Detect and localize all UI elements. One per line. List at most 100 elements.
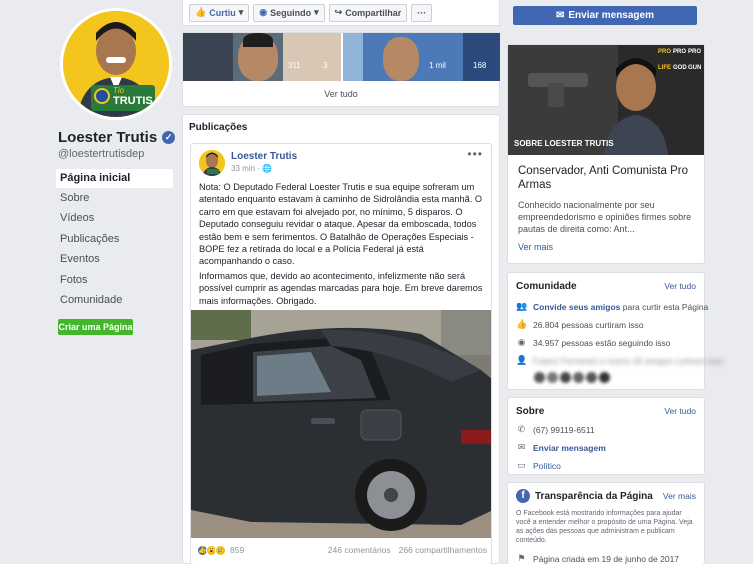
about-send-message-link[interactable]: Enviar mensagem <box>533 443 606 453</box>
friends-row: 👤 Fulano Fernando e outros 35 amigos cur… <box>516 355 723 366</box>
followers-row: ◉ 34.957 pessoas estão seguindo isso <box>516 337 671 348</box>
intro-title: Conservador, Anti Comunista Pro Armas <box>518 165 689 191</box>
follow-button[interactable]: ◉ Seguindo ▾ <box>253 3 325 22</box>
post-author-name[interactable]: Loester Trutis <box>231 151 297 162</box>
post-author-avatar[interactable] <box>199 150 225 176</box>
nav-item-community[interactable]: Comunidade <box>56 291 173 310</box>
post-paragraph-2: Informamos que, devido ao acontecimento,… <box>199 271 483 306</box>
send-message-label: Enviar mensagem <box>568 10 654 21</box>
like-button[interactable]: 👍 Curtiu ▾ <box>189 3 250 22</box>
category-link[interactable]: Político <box>533 461 561 471</box>
comments-count[interactable]: 246 comentários <box>328 545 391 555</box>
post-timestamp[interactable]: 33 min · 🌐 <box>231 164 272 173</box>
post-avatar-photo <box>199 150 225 176</box>
share-button[interactable]: ↪ Compartilhar <box>328 3 408 22</box>
post: Loester Trutis 33 min · 🌐 ••• Nota: O De… <box>190 143 492 564</box>
more-options-button[interactable]: ··· <box>411 3 433 22</box>
category-icon: ▭ <box>517 460 526 470</box>
phone-number[interactable]: (67) 99119-6511 <box>533 425 595 435</box>
post-paragraph-1: Nota: O Deputado Federal Loester Trutis … <box>199 182 482 267</box>
see-all-photos-link[interactable]: Ver tudo <box>183 89 499 99</box>
photo-count-1: 311 <box>288 61 301 70</box>
photo-count-4: 168 <box>473 61 487 70</box>
page-name-text[interactable]: Loester Trutis <box>58 129 157 146</box>
nav-item-videos[interactable]: Vídeos <box>56 209 173 228</box>
posts-section: Publicações Loester Trutis 33 min · 🌐 ••… <box>182 114 500 564</box>
transparency-see-more-link[interactable]: Ver mais <box>663 491 696 501</box>
about-card: Sobre Ver tudo ✆ (67) 99119-6511 ✉ Envia… <box>507 397 705 475</box>
post-image[interactable] <box>191 310 491 538</box>
brazil-flag-icon <box>94 88 110 104</box>
post-time-text: 33 min · <box>231 164 260 173</box>
nav-item-events[interactable]: Eventos <box>56 250 173 269</box>
page-intro-card: PRO PRO PRO LIFE GOD GUN SOBRE LOESTER T… <box>507 44 705 264</box>
thumbs-up-icon: 👍 <box>516 319 528 329</box>
posts-heading: Publicações <box>189 122 248 133</box>
page-name[interactable]: Loester Trutis ✓ <box>58 129 176 146</box>
nav-item-photos[interactable]: Fotos <box>56 271 173 290</box>
follow-button-label: Seguindo <box>270 7 312 18</box>
messenger-icon: ✉ <box>556 10 565 21</box>
friend-avatars[interactable] <box>534 372 610 383</box>
sad-reaction-icon: 😢 <box>215 544 226 556</box>
photo-count-3: 1 mil <box>429 61 446 70</box>
post-footer: 👍 😮 😢 859 246 comentários 266 compartilh… <box>197 542 487 558</box>
nav-item-home[interactable]: Página inicial <box>56 169 173 188</box>
rss-icon: ◉ <box>517 337 526 347</box>
car-photo <box>191 310 491 538</box>
likes-row: 👍 26.804 pessoas curtiram isso <box>516 319 644 330</box>
community-see-all-link[interactable]: Ver tudo <box>664 281 696 291</box>
photo-count-2: 3 <box>323 61 328 70</box>
likes-count-text: 26.804 pessoas curtiram isso <box>533 319 644 330</box>
verified-badge-icon: ✓ <box>162 131 176 144</box>
invite-friends-link[interactable]: Convide seus amigos <box>533 302 620 312</box>
page-action-bar: 👍 Curtiu ▾ ◉ Seguindo ▾ ↪ Compartilhar ·… <box>182 0 500 26</box>
send-message-button[interactable]: ✉ Enviar mensagem <box>513 6 697 25</box>
friends-like-text[interactable]: Fulano Fernando e outros 35 amigos curti… <box>533 356 723 366</box>
category-row: ▭ Político <box>516 460 561 471</box>
chevron-down-icon: ▾ <box>238 7 244 17</box>
transparency-text: O Facebook está mostrando informações pa… <box>516 510 693 544</box>
about-title: Sobre <box>516 406 545 417</box>
intro-video-thumbnail[interactable]: PRO PRO PRO LIFE GOD GUN SOBRE LOESTER T… <box>508 45 704 155</box>
page-handle[interactable]: @loestertrutisdep <box>58 148 144 160</box>
community-title: Comunidade <box>516 281 577 292</box>
followers-count-text: 34.957 pessoas estão seguindo isso <box>533 337 671 348</box>
facebook-icon: f <box>516 489 530 503</box>
transparency-card: f Transparência da Página Ver mais O Fac… <box>507 482 705 564</box>
phone-row: ✆ (67) 99119-6511 <box>516 424 595 435</box>
nav-item-about[interactable]: Sobre <box>56 189 173 208</box>
invite-friends-row: 👥 Convide seus amigos para curtir esta P… <box>516 301 708 312</box>
invite-friends-icon: 👥 <box>516 301 528 311</box>
pro-life-logo: PRO PRO PRO LIFE GOD GUN <box>658 49 702 71</box>
share-arrow-icon: ↪ <box>334 7 343 17</box>
avatar-badge-tio: Tio <box>113 86 125 95</box>
transparency-title: Transparência da Página <box>535 490 653 502</box>
avatar-badge-trutis: TRUTIS <box>113 95 153 107</box>
intro-see-more-link[interactable]: Ver mais <box>518 242 553 252</box>
profile-avatar[interactable]: Tio TRUTIS <box>60 8 172 120</box>
shares-count[interactable]: 266 compartilhamentos <box>399 545 487 555</box>
create-page-button[interactable]: Criar uma Página <box>58 319 133 335</box>
rss-icon: ◉ <box>259 7 268 17</box>
community-card: Comunidade Ver tudo 👥 Convide seus amigo… <box>507 272 723 390</box>
photo-thumbnail[interactable]: 1 mil 168 <box>343 33 500 81</box>
avatar-badge: Tio TRUTIS <box>91 85 155 111</box>
photo-thumbnail[interactable]: 311 3 <box>183 33 341 81</box>
post-options-button[interactable]: ••• <box>467 147 483 161</box>
friends-icon: 👤 <box>516 355 528 365</box>
page-created-text: Página criada em 19 de junho de 2017 <box>533 553 680 564</box>
intro-description: Conhecido nacionalmente por seu empreend… <box>518 200 692 234</box>
phone-icon: ✆ <box>517 424 526 434</box>
intro-caption: SOBRE LOESTER TRUTIS <box>514 139 614 148</box>
like-button-label: Curtiu <box>209 7 236 18</box>
messenger-icon: ✉ <box>517 442 526 452</box>
about-see-all-link[interactable]: Ver tudo <box>664 406 696 416</box>
nav-item-posts[interactable]: Publicações <box>56 230 173 249</box>
page-created-row: ⚑ Página criada em 19 de junho de 2017 <box>516 553 679 564</box>
photos-card: 311 3 1 mil 168 Ver tudo <box>182 32 500 107</box>
flag-icon: ⚑ <box>517 553 526 563</box>
chevron-down-icon: ▾ <box>314 7 319 17</box>
reactions-count[interactable]: 859 <box>230 545 244 555</box>
message-row: ✉ Enviar mensagem <box>516 442 606 453</box>
